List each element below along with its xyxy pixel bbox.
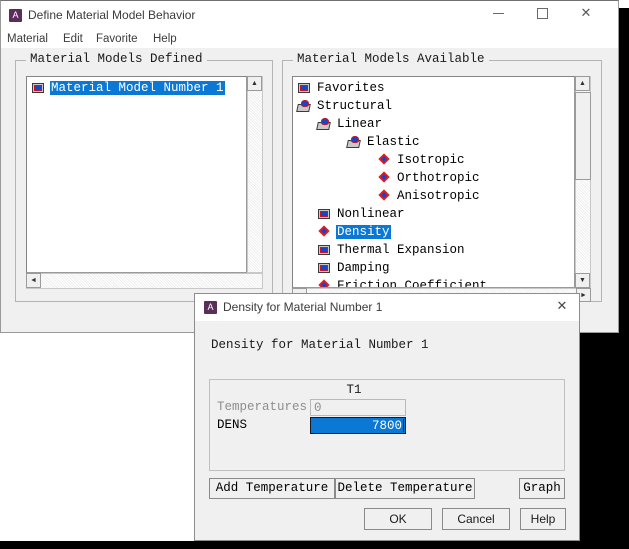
main-window-titlebar[interactable]: A Define Material Model Behavior ✕: [1, 1, 618, 30]
define-material-model-behavior-window: A Define Material Model Behavior ✕ Mater…: [0, 0, 619, 333]
menu-item-favorite[interactable]: Favorite: [96, 31, 138, 47]
tree-item-label: Friction Coefficient: [337, 279, 488, 288]
dens-input[interactable]: 7800: [310, 417, 406, 434]
open-folder-icon: [347, 135, 362, 149]
ansys-logo-icon: A: [9, 9, 22, 22]
tree-item-label: Damping: [337, 261, 390, 275]
density-dialog: A Density for Material Number 1 ✕ Densit…: [194, 293, 580, 541]
tree-item-nonlinear[interactable]: Nonlinear: [317, 205, 406, 223]
ok-button[interactable]: OK: [364, 508, 432, 530]
tree-item-structural[interactable]: Structural: [297, 97, 393, 115]
delete-temperature-button[interactable]: Delete Temperature: [335, 478, 475, 499]
cancel-button[interactable]: Cancel: [442, 508, 510, 530]
ansys-logo-icon: A: [204, 301, 217, 314]
tree-item-label: Nonlinear: [337, 207, 405, 221]
tree-item-favorites[interactable]: Favorites: [297, 79, 386, 97]
density-property-table: T1 Temperatures 0 DENS 7800: [209, 379, 565, 471]
tree-item-damping[interactable]: Damping: [317, 259, 391, 277]
dialog-titlebar[interactable]: A Density for Material Number 1 ✕: [195, 294, 579, 321]
menu-item-help[interactable]: Help: [153, 31, 177, 47]
tree-item-friction-coefficient[interactable]: Friction Coefficient: [317, 277, 488, 288]
box-folder-icon: [297, 82, 312, 95]
desktop-backdrop-bottom: [0, 541, 629, 549]
main-window-title: Define Material Model Behavior: [28, 8, 196, 22]
tree-item-label: Density: [336, 225, 391, 239]
close-button[interactable]: ✕: [570, 1, 602, 25]
scroll-left-button[interactable]: ◄: [26, 273, 41, 288]
gem-icon: [317, 226, 332, 239]
tree-item-label: Thermal Expansion: [337, 243, 465, 257]
material-models-defined-group: Material Models Defined Material Model N…: [15, 52, 273, 302]
tree-item-density[interactable]: Density: [317, 223, 391, 241]
list-item[interactable]: Material Model Number 1: [31, 79, 225, 97]
list-item-label: Material Model Number 1: [50, 81, 225, 95]
menu-item-material[interactable]: Material: [7, 31, 48, 47]
temperatures-input[interactable]: 0: [310, 399, 406, 416]
gem-icon: [317, 280, 332, 288]
defined-horizontal-scrollbar[interactable]: ◄: [26, 273, 263, 289]
material-models-available-label: Material Models Available: [293, 52, 489, 66]
box-folder-icon: [317, 208, 332, 221]
scrollbar-thumb[interactable]: [575, 92, 591, 180]
material-models-defined-label: Material Models Defined: [26, 52, 207, 66]
gem-icon: [377, 190, 392, 203]
gem-icon: [377, 154, 392, 167]
open-folder-icon: [317, 117, 332, 131]
help-button[interactable]: Help: [520, 508, 566, 530]
tree-item-label: Elastic: [367, 135, 420, 149]
main-menubar: Material Edit Favorite Help: [1, 30, 618, 48]
dialog-heading: Density for Material Number 1: [211, 338, 429, 352]
tree-item-elastic[interactable]: Elastic: [347, 133, 421, 151]
gem-icon: [377, 172, 392, 185]
menu-item-edit[interactable]: Edit: [63, 31, 83, 47]
minimize-button[interactable]: [482, 1, 514, 25]
material-models-available-group: Material Models Available Favorites Stru…: [282, 52, 602, 302]
tree-item-anisotropic[interactable]: Anisotropic: [377, 187, 481, 205]
maximize-button[interactable]: [526, 1, 558, 25]
tree-item-thermal-expansion[interactable]: Thermal Expansion: [317, 241, 466, 259]
graph-button[interactable]: Graph: [519, 478, 565, 499]
dialog-title: Density for Material Number 1: [223, 300, 383, 314]
available-vertical-scrollbar[interactable]: ▲ ▼: [575, 76, 591, 288]
add-temperature-button[interactable]: Add Temperature: [209, 478, 335, 499]
tree-item-isotropic[interactable]: Isotropic: [377, 151, 466, 169]
tree-item-label: Orthotropic: [397, 171, 480, 185]
tree-item-label: Favorites: [317, 81, 385, 95]
dialog-close-button[interactable]: ✕: [545, 294, 579, 318]
scroll-up-button[interactable]: ▲: [247, 76, 262, 91]
box-folder-icon: [31, 82, 46, 95]
tree-item-label: Anisotropic: [397, 189, 480, 203]
maximize-icon: [536, 8, 548, 20]
tree-item-label: Structural: [317, 99, 393, 113]
tree-item-label: Linear: [337, 117, 383, 131]
column-header-t1: T1: [346, 383, 362, 397]
row-label-temperatures: Temperatures: [217, 400, 308, 414]
minimize-icon: [492, 13, 504, 15]
defined-vertical-scrollbar[interactable]: ▲: [247, 76, 263, 273]
screen-root: A Define Material Model Behavior ✕ Mater…: [0, 0, 629, 549]
material-models-available-tree[interactable]: Favorites Structural Linear Elastic Isot…: [292, 76, 575, 288]
tree-item-linear[interactable]: Linear: [317, 115, 383, 133]
row-label-dens: DENS: [217, 418, 248, 432]
box-folder-icon: [317, 244, 332, 257]
scroll-down-button[interactable]: ▼: [575, 273, 590, 288]
box-folder-icon: [317, 262, 332, 275]
main-window-body: Material Models Defined Material Model N…: [1, 48, 618, 332]
scroll-up-button[interactable]: ▲: [575, 76, 590, 91]
material-models-defined-list[interactable]: Material Model Number 1: [26, 76, 247, 273]
tree-item-orthotropic[interactable]: Orthotropic: [377, 169, 481, 187]
tree-item-label: Isotropic: [397, 153, 465, 167]
open-folder-icon: [297, 99, 312, 113]
